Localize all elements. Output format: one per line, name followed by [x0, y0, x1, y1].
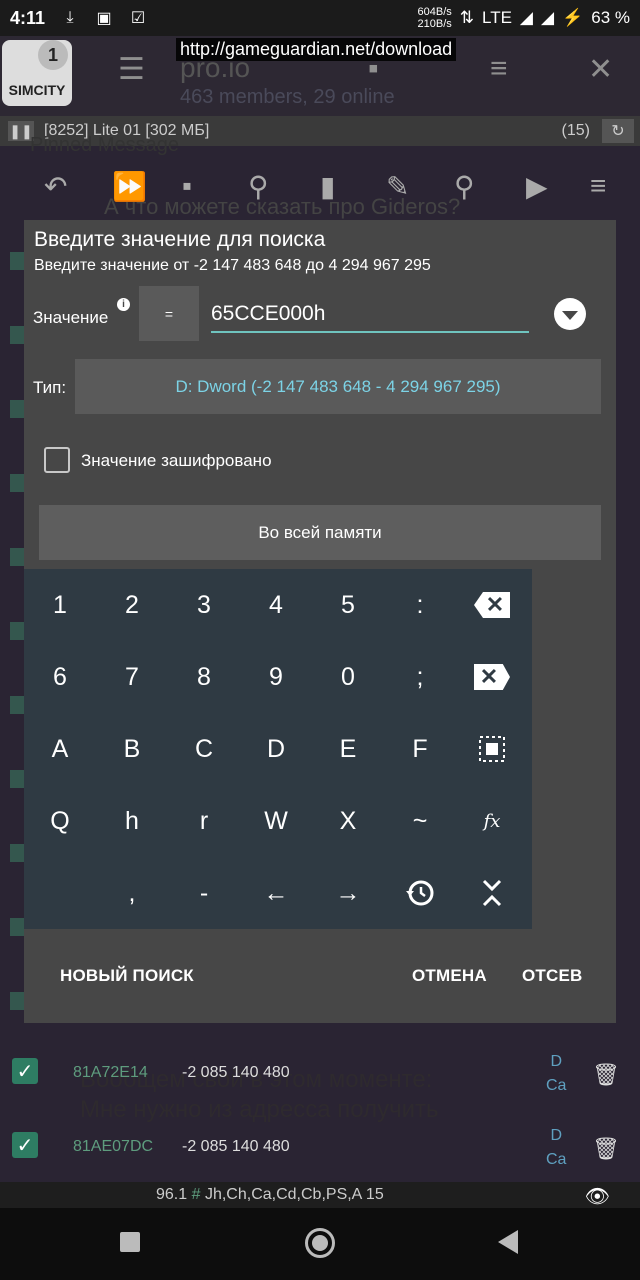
result-type: D Ca: [546, 1127, 567, 1168]
cancel-button[interactable]: ОТМЕНА: [412, 966, 487, 986]
key[interactable]: -: [168, 857, 240, 929]
backspace-icon[interactable]: ✕: [456, 569, 528, 641]
memory-range-button[interactable]: Во всей памяти: [39, 505, 601, 560]
trash-icon[interactable]: 🗑: [592, 1062, 620, 1088]
trash-icon[interactable]: 🗑: [592, 1136, 620, 1162]
result-value: -2 085 140 480: [182, 1064, 290, 1081]
key[interactable]: W: [240, 785, 312, 857]
download-icon: ⤓: [66, 9, 74, 26]
close-icon[interactable]: ✕: [588, 52, 613, 87]
value-label: Значение: [33, 308, 109, 327]
key[interactable]: 3: [168, 569, 240, 641]
key[interactable]: E: [312, 713, 384, 785]
checkbox-checked[interactable]: ✓: [12, 1058, 38, 1084]
filter-button[interactable]: ОТСЕВ: [522, 966, 583, 986]
result-row[interactable]: ✓ 81A72E14 -2 085 140 480 D Ca 🗑: [0, 1050, 640, 1114]
hex-keyboard: 1 2 3 4 5 : ✕ 6 7 8 9 0 ; ✕ A B C D E F …: [24, 569, 532, 929]
function-icon[interactable]: fx: [456, 785, 528, 857]
key[interactable]: C: [168, 713, 240, 785]
refresh-icon[interactable]: ↻: [602, 119, 634, 143]
delete-icon[interactable]: ▮: [320, 170, 335, 203]
info-icon[interactable]: i: [117, 298, 130, 311]
key[interactable]: 0: [312, 641, 384, 713]
fast-forward-icon[interactable]: ⏩: [112, 170, 147, 203]
dialog-title: Введите значение для поиска: [34, 228, 326, 251]
check-icon: ☑: [130, 10, 146, 27]
battery-level: 63 %: [591, 8, 630, 27]
home-button[interactable]: [305, 1228, 335, 1258]
key[interactable]: 8: [168, 641, 240, 713]
key[interactable]: →: [312, 857, 384, 929]
result-address: 81AE07DC: [73, 1138, 154, 1155]
recents-button[interactable]: [120, 1232, 140, 1252]
key[interactable]: 5: [312, 569, 384, 641]
app-badge: 1: [38, 40, 68, 70]
undo-icon[interactable]: ↶: [44, 170, 67, 203]
key[interactable]: ,: [96, 857, 168, 929]
result-row[interactable]: ✓ 81AE07DC -2 085 140 480 D Ca 🗑: [0, 1124, 640, 1188]
key[interactable]: 6: [24, 641, 96, 713]
key[interactable]: 4: [240, 569, 312, 641]
equals-button[interactable]: =: [139, 286, 199, 341]
data-arrows-icon: ⇅: [459, 8, 474, 27]
type-selector[interactable]: D: Dword (-2 147 483 648 - 4 294 967 295…: [75, 359, 601, 414]
new-search-button[interactable]: НОВЫЙ ПОИСК: [60, 966, 194, 986]
key[interactable]: 2: [96, 569, 168, 641]
signal-icon-2: ◢: [541, 8, 555, 27]
pinned-message: Pinned Message: [30, 134, 179, 156]
history-icon[interactable]: [384, 857, 456, 929]
result-count: (15): [561, 122, 590, 139]
value-input[interactable]: [211, 297, 529, 333]
battery-icon: ⚡: [562, 8, 584, 27]
play-icon[interactable]: ▶: [526, 170, 548, 203]
key[interactable]: 9: [240, 641, 312, 713]
key[interactable]: Q: [24, 785, 96, 857]
key[interactable]: 7: [96, 641, 168, 713]
eye-icon[interactable]: 👁: [585, 1184, 610, 1209]
image-icon: ▣: [96, 10, 112, 27]
nav-bar: [0, 1208, 640, 1280]
save-icon[interactable]: ▪: [182, 170, 192, 202]
key[interactable]: :: [384, 569, 456, 641]
result-type: D Ca: [546, 1053, 567, 1094]
gg-toolbar: ↶ ⏩ ▪ ⚲ ▮ ✎ ⚲ ▶ ≡: [0, 164, 640, 212]
signal-icon: ◢: [519, 8, 533, 27]
status-time: 4:11: [10, 7, 46, 28]
key[interactable]: 1: [24, 569, 96, 641]
menu-icon[interactable]: ≡: [590, 170, 606, 202]
key[interactable]: ~: [384, 785, 456, 857]
dropdown-icon[interactable]: [554, 298, 586, 330]
dialog-range: Введите значение от -2 147 483 648 до 4 …: [34, 257, 431, 274]
status-bar: 4:11 ⤓ ▣ ☑ 604B/s 210B/s ⇅ LTE ◢ ◢ ⚡ 63 …: [0, 0, 640, 36]
key[interactable]: ;: [384, 641, 456, 713]
menu-icon[interactable]: ≡: [490, 52, 508, 86]
back-button[interactable]: [498, 1230, 518, 1254]
collapse-icon[interactable]: [456, 857, 528, 929]
network-speed: 604B/s 210B/s: [417, 6, 452, 30]
result-address: 81A72E14: [73, 1064, 148, 1081]
key[interactable]: X: [312, 785, 384, 857]
key[interactable]: ←: [240, 857, 312, 929]
info-bar: 96.1 # Jh,Ch,Ca,Cd,Cb,PS,A 15 👁: [0, 1182, 640, 1208]
key[interactable]: D: [240, 713, 312, 785]
encrypted-checkbox[interactable]: [44, 447, 70, 473]
download-url: http://gameguardian.net/download: [176, 38, 457, 61]
settings-sliders-icon[interactable]: ☰: [118, 52, 145, 87]
encrypted-label[interactable]: Значение зашифровано: [81, 451, 272, 471]
type-label: Тип:: [33, 378, 67, 397]
edit-icon[interactable]: ✎: [386, 170, 409, 203]
clear-icon[interactable]: ✕: [456, 641, 528, 713]
network-type: LTE: [482, 8, 512, 27]
key[interactable]: h: [96, 785, 168, 857]
search-question-icon[interactable]: ⚲: [248, 170, 269, 203]
select-all-icon[interactable]: [456, 713, 528, 785]
result-value: -2 085 140 480: [182, 1138, 290, 1155]
checkbox-checked[interactable]: ✓: [12, 1132, 38, 1158]
key[interactable]: A: [24, 713, 96, 785]
key[interactable]: r: [168, 785, 240, 857]
key[interactable]: B: [96, 713, 168, 785]
search-icon[interactable]: ⚲: [454, 170, 475, 203]
key[interactable]: F: [384, 713, 456, 785]
